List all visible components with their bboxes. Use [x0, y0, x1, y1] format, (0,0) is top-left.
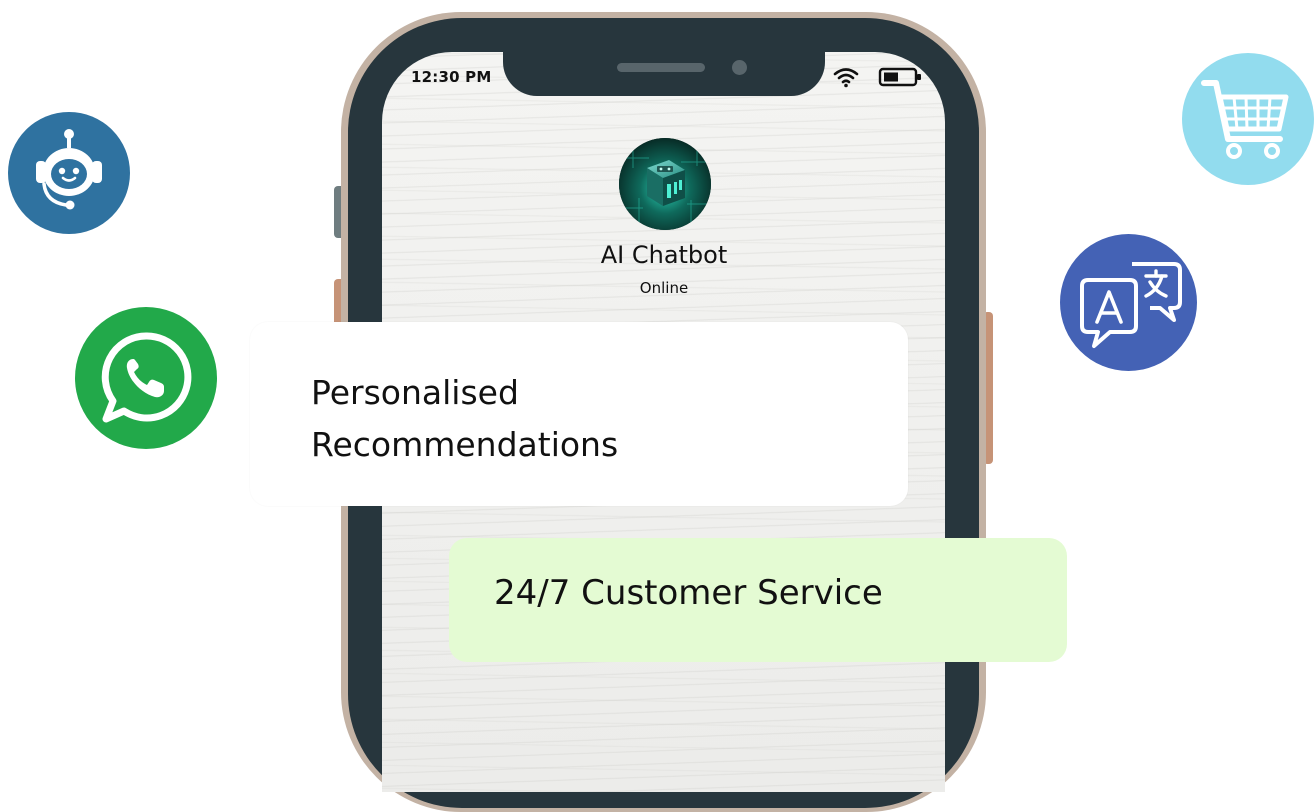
wifi-icon — [833, 68, 859, 88]
customer-service-text: 24/7 Customer Service — [494, 573, 883, 613]
bot-status: Online — [639, 279, 689, 297]
translate-icon — [1060, 234, 1197, 371]
chip-image-icon — [619, 138, 711, 230]
phone-camera — [732, 60, 747, 75]
status-time: 12:30 PM — [411, 68, 492, 86]
phone-speaker — [617, 63, 705, 72]
battery-icon — [878, 67, 921, 87]
shopping-cart-icon — [1182, 53, 1314, 185]
bot-name: AI Chatbot — [600, 241, 728, 269]
recommendations-text: Personalised Recommendations — [311, 373, 619, 464]
bot-avatar[interactable] — [619, 138, 711, 230]
chatbot-icon — [8, 112, 130, 234]
whatsapp-icon — [75, 307, 217, 449]
